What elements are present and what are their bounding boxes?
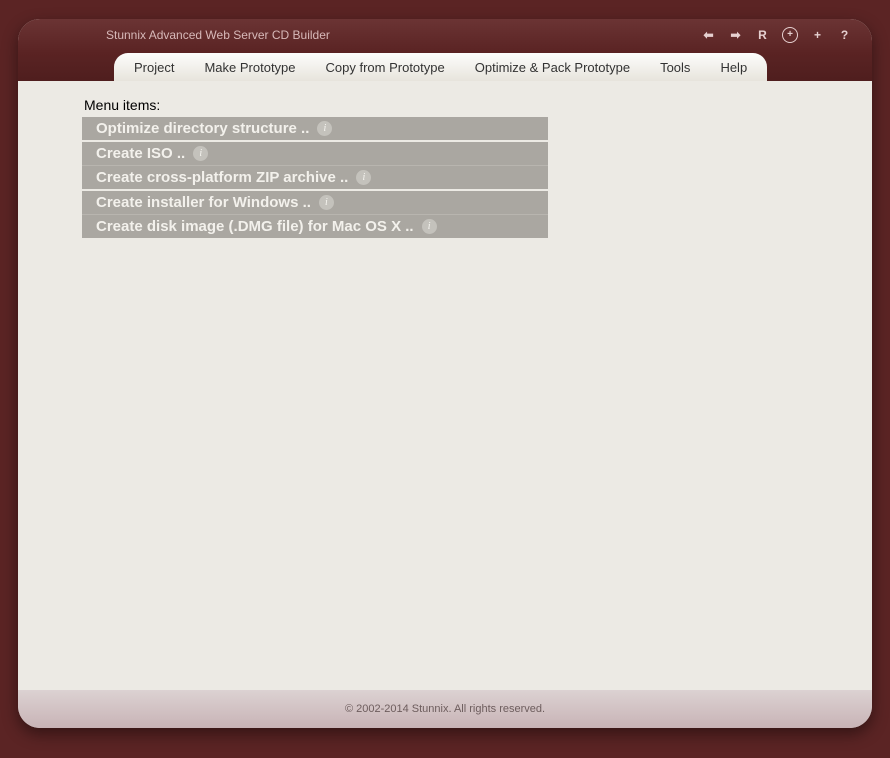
header-toolbar: ⬅ ➡ R + + ? <box>701 27 852 43</box>
info-icon[interactable]: i <box>356 170 371 185</box>
back-icon[interactable]: ⬅ <box>701 28 716 43</box>
tab-help[interactable]: Help <box>720 60 747 75</box>
menu-item-label: Create ISO .. <box>96 145 185 162</box>
tab-make-prototype[interactable]: Make Prototype <box>204 60 295 75</box>
zoom-in-icon[interactable]: + <box>782 27 798 43</box>
content-area: Menu items: Optimize directory structure… <box>18 81 872 690</box>
menu-group: Create installer for Windows .. i Create… <box>82 191 548 238</box>
tab-copy-from-prototype[interactable]: Copy from Prototype <box>326 60 445 75</box>
footer: © 2002-2014 Stunnix. All rights reserved… <box>18 690 872 728</box>
footer-text: © 2002-2014 Stunnix. All rights reserved… <box>345 703 545 715</box>
menu-item-label: Create installer for Windows .. <box>96 194 311 211</box>
info-icon[interactable]: i <box>422 219 437 234</box>
refresh-icon[interactable]: R <box>755 28 770 43</box>
tab-optimize-pack-prototype[interactable]: Optimize & Pack Prototype <box>475 60 630 75</box>
menu-item-optimize-directory[interactable]: Optimize directory structure .. i <box>82 117 548 140</box>
info-icon[interactable]: i <box>317 121 332 136</box>
menu-item-label: Create disk image (.DMG file) for Mac OS… <box>96 218 414 235</box>
main-tabs: Project Make Prototype Copy from Prototy… <box>114 53 767 81</box>
menu-group: Create ISO .. i Create cross-platform ZI… <box>82 142 548 189</box>
info-icon[interactable]: i <box>319 195 334 210</box>
forward-icon[interactable]: ➡ <box>728 28 743 43</box>
tab-project[interactable]: Project <box>134 60 174 75</box>
tab-tools[interactable]: Tools <box>660 60 690 75</box>
menu-group: Optimize directory structure .. i <box>82 117 548 140</box>
menu-item-create-iso[interactable]: Create ISO .. i <box>82 142 548 166</box>
menu-item-create-windows-installer[interactable]: Create installer for Windows .. i <box>82 191 548 215</box>
menu-item-label: Optimize directory structure .. <box>96 120 309 137</box>
help-icon[interactable]: ? <box>837 28 852 43</box>
add-icon[interactable]: + <box>810 28 825 43</box>
header-bar: Stunnix Advanced Web Server CD Builder ⬅… <box>18 19 872 81</box>
info-icon[interactable]: i <box>193 146 208 161</box>
menu-list: Optimize directory structure .. i Create… <box>82 117 548 238</box>
app-title: Stunnix Advanced Web Server CD Builder <box>106 28 330 42</box>
menu-heading: Menu items: <box>84 97 872 113</box>
menu-item-label: Create cross-platform ZIP archive .. <box>96 169 348 186</box>
menu-item-create-zip[interactable]: Create cross-platform ZIP archive .. i <box>82 166 548 189</box>
menu-item-create-dmg[interactable]: Create disk image (.DMG file) for Mac OS… <box>82 215 548 238</box>
